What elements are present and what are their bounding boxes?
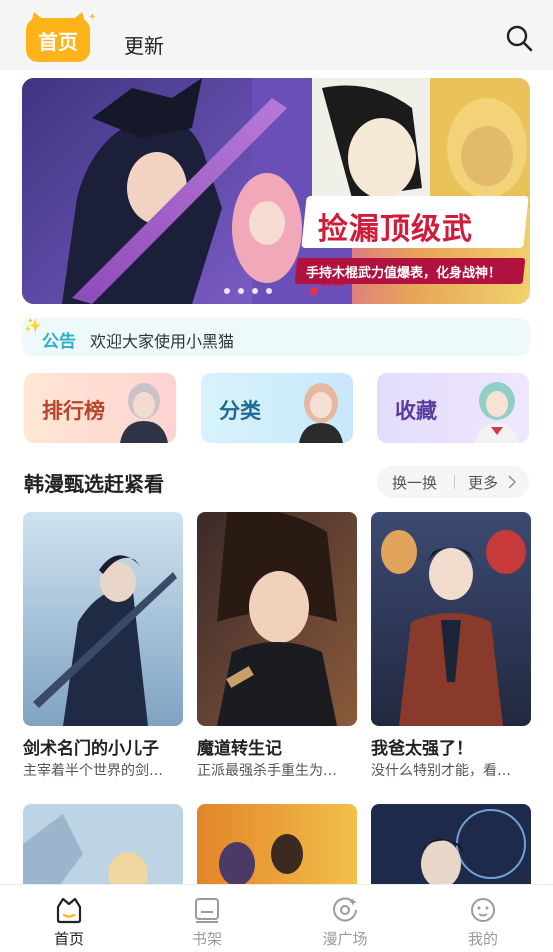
character-avatar-icon <box>299 383 343 443</box>
chevron-right-icon[interactable] <box>507 475 517 489</box>
comic-cover[interactable] <box>371 512 531 726</box>
nav-profile-label: 我的 <box>467 930 498 948</box>
comic-cover-art[interactable] <box>23 804 183 896</box>
announcement-bar[interactable]: ✨ 公告 欢迎大家使用小黑猫 <box>22 318 530 356</box>
comic-title[interactable]: 我爸太强了！ <box>371 734 473 759</box>
comic-description: 没什么特别才能，看… <box>371 763 511 779</box>
plaza-icon <box>333 897 357 922</box>
comic-cover-art <box>197 512 357 726</box>
banner-carousel[interactable]: 捡漏顶级武器！ 手持木棍武力值爆表，化身战神！ <box>22 78 530 304</box>
bookshelf-icon <box>195 898 219 923</box>
favorites-label: 收藏 <box>395 399 437 423</box>
ranking-label: 排行榜 <box>42 399 105 423</box>
bottom-navigation: 首页 书架 漫广场 我的 <box>0 884 553 952</box>
comic-description: 主宰着半个世界的剑… <box>23 763 163 779</box>
section-title: 韩漫甄选赶紧看 <box>24 472 164 496</box>
category-button[interactable]: 分类 <box>201 373 353 443</box>
sparkle-icon: ✦ <box>88 12 97 23</box>
comic-card[interactable]: 我爸太强了！ 没什么特别才能，看… <box>371 512 531 779</box>
comic-cover-art <box>23 512 183 726</box>
category-label: 分类 <box>219 399 261 423</box>
comic-description: 正派最强杀手重生为… <box>197 763 337 779</box>
announcement-text: 欢迎大家使用小黑猫 <box>90 332 235 351</box>
comic-cover[interactable] <box>197 512 357 726</box>
tab-home[interactable]: 首页 <box>26 12 92 62</box>
character-avatar-icon <box>475 382 519 443</box>
favorites-button[interactable]: 收藏 <box>377 373 529 443</box>
tab-update[interactable]: 更新 <box>124 30 164 59</box>
carousel-dot[interactable] <box>252 288 258 294</box>
carousel-dot-active[interactable] <box>310 287 318 295</box>
announcement-tag: 公告 <box>42 332 76 352</box>
comic-cover[interactable] <box>23 512 183 726</box>
sparkle-icon: ✨ <box>24 318 42 334</box>
nav-bookshelf-label: 书架 <box>191 930 222 948</box>
carousel-dot[interactable] <box>224 288 230 294</box>
top-header: 首页 ✦ 更新 <box>0 0 553 70</box>
home-icon <box>56 897 82 924</box>
comic-title[interactable]: 魔道转生记 <box>197 734 282 759</box>
nav-plaza[interactable]: 漫广场 <box>300 885 390 952</box>
profile-icon <box>471 898 495 922</box>
comic-card[interactable]: 剑术名门的小儿子 主宰着半个世界的剑… <box>23 512 183 779</box>
section-actions: 换一换 更多 <box>377 466 529 498</box>
tab-home-label: 首页 <box>26 18 90 62</box>
comic-cover-art <box>371 512 531 726</box>
nav-home[interactable]: 首页 <box>24 885 114 952</box>
nav-bookshelf[interactable]: 书架 <box>162 885 252 952</box>
character-avatar-icon <box>120 383 168 443</box>
banner-subtitle: 手持木棍武力值爆表，化身战神！ <box>306 266 502 281</box>
ranking-button[interactable]: 排行榜 <box>24 373 176 443</box>
divider <box>454 475 455 489</box>
carousel-dots <box>224 287 318 295</box>
nav-profile[interactable]: 我的 <box>438 885 528 952</box>
nav-home-label: 首页 <box>53 930 84 948</box>
nav-plaza-label: 漫广场 <box>322 930 368 948</box>
swap-button[interactable]: 换一换 <box>392 472 437 493</box>
more-button[interactable]: 更多 <box>468 472 498 493</box>
search-icon[interactable] <box>504 24 534 54</box>
carousel-dot[interactable] <box>266 288 272 294</box>
comic-cover-art[interactable] <box>371 804 531 894</box>
comic-card[interactable]: 魔道转生记 正派最强杀手重生为… <box>197 512 357 779</box>
carousel-dot[interactable] <box>238 288 244 294</box>
comic-title[interactable]: 剑术名门的小儿子 <box>23 734 159 759</box>
comic-cover-art[interactable] <box>197 804 357 894</box>
